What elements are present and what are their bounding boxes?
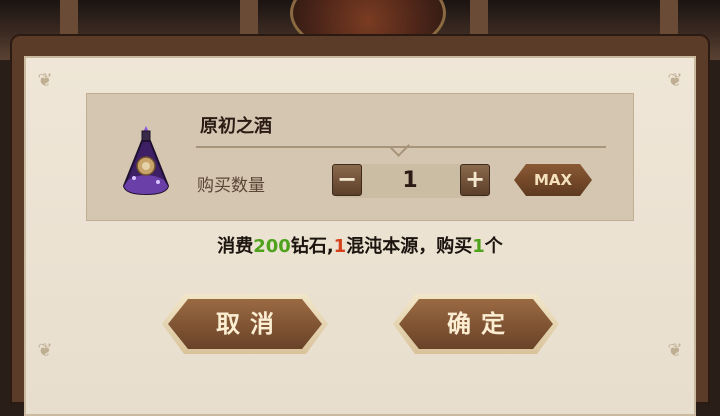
chaos-amount: 1 — [333, 236, 347, 257]
max-button[interactable]: MAX — [514, 164, 592, 196]
cost-text: 钻石, — [290, 236, 334, 257]
corner-ornament-icon: ❦ — [37, 70, 53, 91]
quantity-label: 购买数量 — [197, 176, 265, 196]
cost-text: 个 — [484, 236, 503, 257]
decrease-button[interactable]: − — [332, 164, 362, 196]
cost-text: 消费 — [217, 236, 254, 257]
confirm-button-label: 确定 — [399, 299, 553, 349]
quantity-value: 1 — [402, 168, 418, 193]
purple-potion-icon — [122, 126, 170, 196]
corner-ornament-icon: ❦ — [37, 340, 53, 361]
buy-count: 1 — [472, 236, 485, 257]
corner-ornament-icon: ❦ — [667, 340, 683, 361]
cost-text: 混沌本源，购买 — [346, 236, 473, 257]
cancel-button[interactable]: 取消 — [162, 294, 328, 354]
diamond-amount: 200 — [253, 236, 291, 257]
cancel-button-label: 取消 — [168, 299, 322, 349]
corner-ornament-icon: ❦ — [667, 70, 683, 91]
increase-button[interactable]: + — [460, 164, 490, 196]
cost-summary: 消费200钻石,1混沌本源，购买1个 — [0, 232, 720, 258]
confirm-button[interactable]: 确定 — [393, 294, 559, 354]
item-name: 原初之酒 — [200, 116, 272, 137]
